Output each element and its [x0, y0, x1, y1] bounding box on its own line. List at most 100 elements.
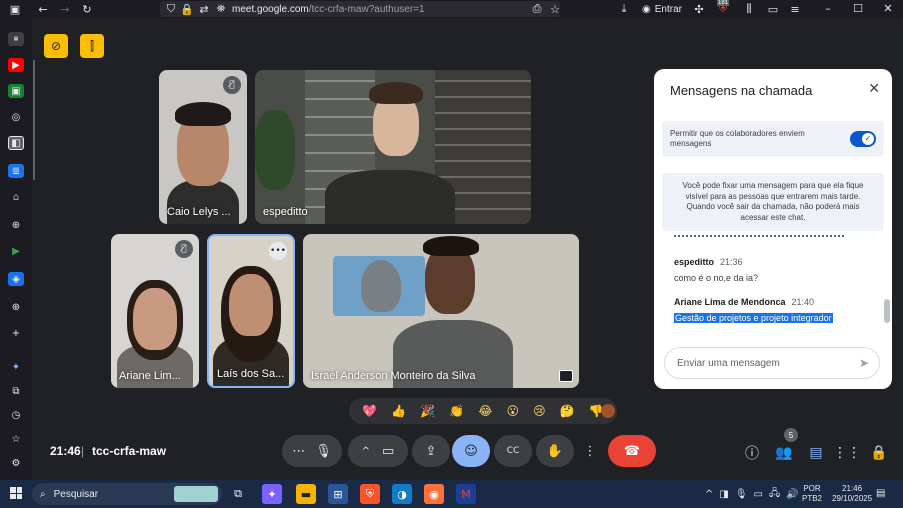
library-icon[interactable]: ⫼	[740, 0, 758, 18]
docs-icon[interactable]: ≣	[8, 164, 24, 178]
system-clock[interactable]: 21:46 29/10/2025	[832, 484, 872, 504]
reaction-party-button[interactable]: 🎉	[420, 404, 435, 418]
app-shortcut-icon[interactable]: ▦	[8, 32, 24, 46]
volume-icon[interactable]: 🔊	[786, 489, 798, 500]
downloads-icon[interactable]: ⤓	[615, 0, 633, 18]
photo-app-icon[interactable]: ▣	[8, 84, 24, 98]
bookmarks-icon[interactable]: ☆	[8, 432, 24, 446]
host-lock-icon[interactable]: 🔒	[868, 442, 890, 464]
firefox-icon[interactable]: ◉	[424, 484, 444, 504]
chat-icon[interactable]: ▤	[805, 442, 827, 464]
back-icon[interactable]: ←	[34, 0, 52, 18]
send-icon[interactable]: ➤	[859, 356, 869, 370]
tray-app-icon[interactable]: ◨	[719, 489, 728, 500]
signin-button[interactable]: ◉ Entrar	[642, 1, 682, 17]
reaction-clap-button[interactable]: 👏	[449, 404, 464, 418]
play-store-icon[interactable]: ▶	[8, 244, 24, 258]
ai-sparkle-icon[interactable]: ✦	[8, 360, 24, 374]
extensions-puzzle-icon[interactable]: ✣	[690, 0, 708, 18]
history-icon[interactable]: ◷	[8, 408, 24, 422]
message-input[interactable]: Enviar uma mensagem ➤	[664, 347, 880, 379]
camera-off-indicator[interactable]: ⊘	[44, 34, 68, 58]
people-icon[interactable]: 👥	[773, 442, 795, 464]
store-icon[interactable]: ⊞	[328, 484, 348, 504]
globe-icon[interactable]: ⊕	[8, 218, 24, 232]
settings-gear-icon[interactable]: ⚙	[8, 456, 24, 470]
participant-tile[interactable]: ••• Laís dos Sa...	[207, 234, 295, 388]
taskbar-search[interactable]: ⌕ Pesquisar	[32, 483, 222, 505]
allow-messages-toggle[interactable]: ✓	[850, 131, 876, 147]
participant-tile[interactable]: Israel Anderson Monteiro da Silva	[303, 234, 579, 388]
reaction-surprised-button[interactable]: 😮	[507, 404, 520, 418]
more-options-icon[interactable]: •••	[269, 242, 287, 260]
search-icon: ⌕	[40, 488, 46, 500]
lock-icon[interactable]: 🔒	[180, 0, 194, 18]
bookmark-star-icon[interactable]: ☆	[546, 0, 564, 18]
active-tab-icon[interactable]: ◧	[8, 136, 24, 150]
check-icon: ✓	[862, 133, 874, 145]
add-icon[interactable]: +	[8, 326, 24, 340]
url-text[interactable]: meet.google.com/tcc-crfa-maw?authuser=1	[232, 4, 425, 15]
meeting-info-icon[interactable]: ⓘ	[741, 442, 763, 464]
reaction-thinking-button[interactable]: 🤔	[560, 404, 575, 418]
show-hidden-icons[interactable]: ^	[705, 489, 713, 500]
reaction-heart-button[interactable]: 💖	[362, 404, 377, 418]
youtube-icon[interactable]: ▶	[8, 58, 24, 72]
captions-button[interactable]: CC	[494, 435, 532, 467]
participant-tile[interactable]: 🎙̸ Caio Lelys ...	[159, 70, 247, 224]
edge-browser-icon[interactable]: ◑	[392, 484, 412, 504]
microphone-tray-icon[interactable]: 🎙	[735, 489, 748, 500]
network-icon[interactable]: 🖧	[769, 486, 780, 503]
minimize-button[interactable]: –	[813, 0, 843, 18]
sidebar-panel-icon[interactable]: ▭	[764, 0, 782, 18]
sidebar-toggle-icon[interactable]: ▣	[6, 0, 24, 18]
leave-call-button[interactable]: ☎	[608, 435, 656, 467]
shield-icon[interactable]: ⛉	[166, 0, 176, 18]
reaction-thumbsup-button[interactable]: 👍	[391, 404, 406, 418]
mic-permission-icon[interactable]: ⛯	[216, 0, 226, 18]
reader-view-icon[interactable]: ⎙	[528, 0, 546, 18]
brave-browser-icon[interactable]: ⛨	[360, 484, 380, 504]
participant-tile[interactable]: espeditto	[255, 70, 531, 224]
raise-hand-button[interactable]: ✋	[536, 435, 574, 467]
close-icon[interactable]: ✕	[868, 81, 880, 97]
reaction-sad-button[interactable]: 😢	[533, 404, 546, 418]
forward-icon[interactable]: →	[56, 0, 74, 18]
reaction-laugh-button[interactable]: 😂	[478, 404, 492, 418]
emoji-reactions-button[interactable]: ☺	[452, 435, 490, 467]
close-window-button[interactable]: ✕	[873, 0, 903, 18]
more-options-button[interactable]: ⋮	[578, 435, 602, 467]
activities-icon[interactable]: ⋮⋮	[833, 442, 861, 464]
collections-icon[interactable]: ⧉	[8, 384, 24, 398]
participant-tile[interactable]: 🎙̸ Ariane Lim...	[111, 234, 199, 388]
chat-scrollbar[interactable]	[884, 241, 890, 325]
mic-options-icon[interactable]: ⋯	[292, 444, 305, 459]
chevron-up-icon[interactable]: ^	[362, 446, 370, 457]
task-view-icon[interactable]: ⧉	[228, 484, 248, 504]
present-screen-button[interactable]: ⇪	[412, 435, 450, 467]
globe-icon[interactable]: ⊕	[8, 300, 24, 314]
display-tray-icon[interactable]: ▭	[754, 489, 763, 500]
education-icon[interactable]: ⌂	[8, 190, 24, 204]
scrollbar-thumb[interactable]	[884, 299, 890, 323]
sidebar-scrollbar[interactable]	[33, 60, 35, 180]
maximize-button[interactable]: ☐	[843, 0, 873, 18]
pin-tile-icon[interactable]	[559, 370, 573, 382]
host-controls-button[interactable]: ⫿	[80, 34, 104, 58]
github-icon[interactable]: ◎	[8, 110, 24, 124]
app-icon[interactable]: M	[456, 484, 476, 504]
message-list[interactable]: espeditto 21:36 como é o no,e da ia? Aria…	[662, 235, 884, 335]
reload-icon[interactable]: ↻	[78, 0, 96, 18]
windows-start-icon[interactable]	[10, 487, 22, 499]
menu-icon[interactable]: ≡	[786, 0, 804, 18]
notifications-icon[interactable]: ▤	[876, 488, 885, 499]
camera-icon[interactable]: ▭	[382, 444, 394, 459]
web-app-icon[interactable]: ◈	[8, 272, 24, 286]
skin-tone-selector[interactable]	[601, 404, 615, 418]
camera-permission-icon[interactable]: ⇄	[198, 0, 210, 18]
file-explorer-icon[interactable]: ▬	[296, 484, 316, 504]
microphone-icon[interactable]: 🎙	[315, 444, 332, 459]
input-language[interactable]: POR PTB2	[802, 484, 822, 504]
address-bar[interactable]: ⛉ 🔒 ⇄ ⛯ meet.google.com/tcc-crfa-maw?aut…	[160, 1, 560, 17]
copilot-icon[interactable]: ✦	[262, 484, 282, 504]
